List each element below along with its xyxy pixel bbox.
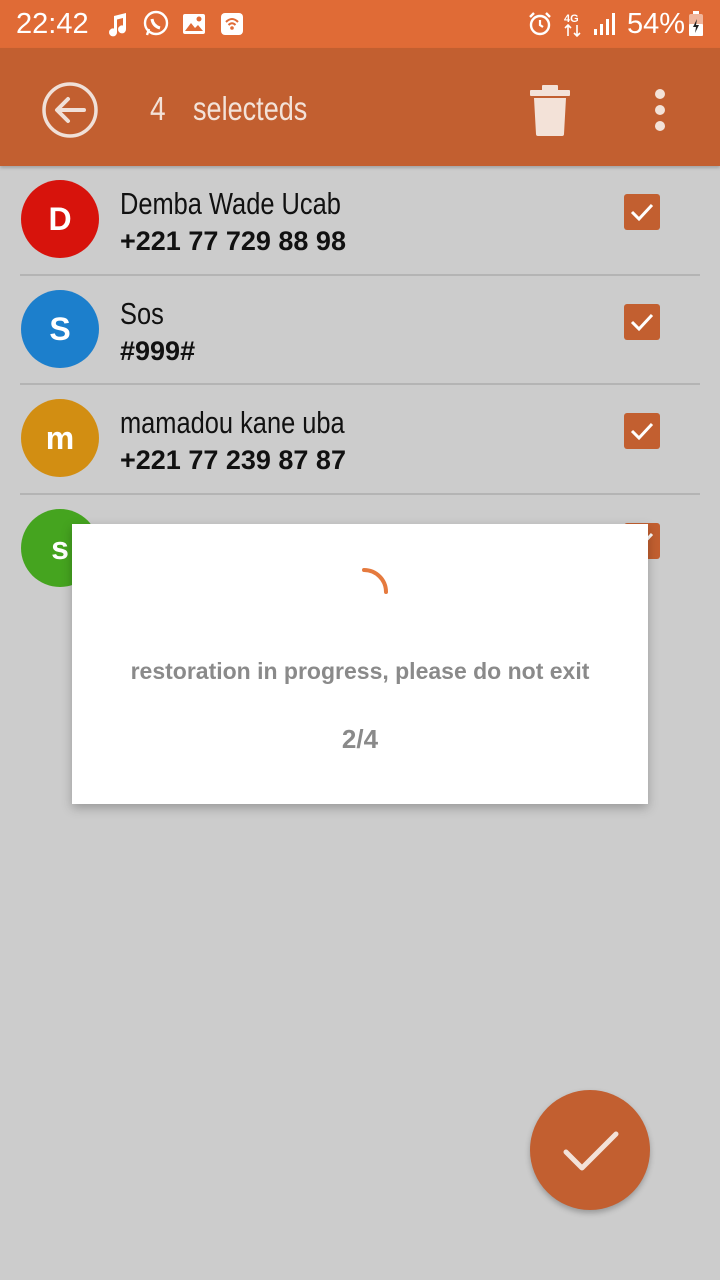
contact-row[interactable]: S Sos #999#	[0, 276, 720, 386]
back-arrow-icon[interactable]	[40, 80, 100, 140]
checkbox-checked-icon[interactable]	[624, 304, 660, 340]
gallery-icon	[183, 14, 205, 34]
delete-icon[interactable]	[528, 84, 572, 136]
network-4g-icon: 4G	[564, 13, 581, 38]
contact-phone: #999#	[120, 336, 196, 366]
app-bar: 4 selecteds	[0, 48, 720, 166]
avatar: m	[21, 399, 99, 477]
checkbox-checked-icon[interactable]	[624, 194, 660, 230]
contact-name: mamadou kane uba	[120, 405, 345, 440]
contact-row[interactable]: m mamadou kane uba +221 77 239 87 87	[0, 385, 720, 495]
signal-icon	[594, 13, 615, 35]
confirm-fab-button[interactable]	[530, 1090, 650, 1210]
more-options-icon[interactable]	[646, 86, 674, 134]
contact-row[interactable]: D Demba Wade Ucab +221 77 729 88 98	[0, 166, 720, 276]
contact-phone: +221 77 729 88 98	[120, 226, 346, 256]
progress-dialog: restoration in progress, please do not e…	[72, 524, 648, 804]
alarm-icon	[529, 12, 551, 36]
selected-count: 4	[150, 90, 166, 127]
avatar: S	[21, 290, 99, 368]
avatar: D	[21, 180, 99, 258]
battery-percent: 54%	[627, 8, 686, 40]
whatsapp-icon	[143, 10, 169, 36]
status-bar: 22:42 4G 54%	[0, 0, 720, 48]
checkmark-icon	[563, 1131, 619, 1171]
selected-label: selecteds	[193, 90, 308, 127]
checkbox-checked-icon[interactable]	[624, 413, 660, 449]
battery-charging-icon	[689, 11, 703, 36]
contact-name: Sos	[120, 296, 164, 331]
progress-message: restoration in progress, please do not e…	[130, 658, 590, 684]
status-time: 22:42	[16, 8, 89, 40]
progress-count: 2/4	[341, 724, 379, 754]
loading-spinner-icon	[362, 568, 388, 594]
music-icon	[109, 13, 127, 37]
contact-phone: +221 77 239 87 87	[120, 445, 346, 475]
svg-text:4G: 4G	[564, 13, 579, 25]
contact-name: Demba Wade Ucab	[120, 186, 341, 221]
wifi-calling-icon	[221, 13, 243, 35]
